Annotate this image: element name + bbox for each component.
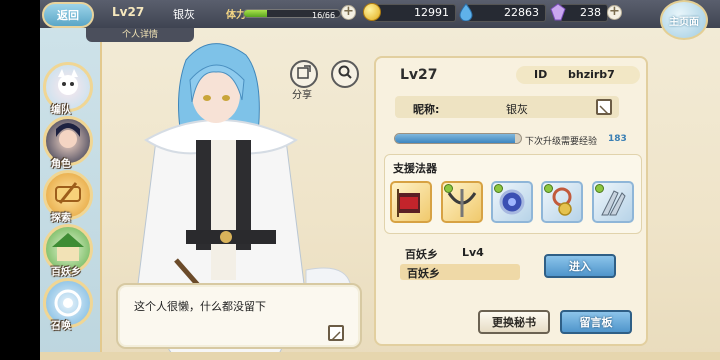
nav-team-label: 编队 (51, 105, 71, 116)
item-mark-icon (494, 184, 503, 193)
support-item-4[interactable] (541, 181, 583, 223)
add-stamina-button[interactable]: + (341, 5, 356, 20)
support-item-5[interactable] (592, 181, 634, 223)
share-label: 分享 (292, 90, 312, 101)
bell-item-icon (543, 187, 581, 221)
gold-counter: 12991 (372, 4, 456, 22)
bottom-strip (40, 352, 720, 360)
message-board-button[interactable]: 留言板 (560, 310, 632, 334)
item-mark-icon (444, 184, 453, 193)
change-secretary-button[interactable]: 更换秘书 (478, 310, 550, 334)
nav-team[interactable]: 编队 (43, 62, 93, 116)
support-item-2[interactable] (441, 181, 483, 223)
edit-signature-icon[interactable] (328, 325, 344, 341)
support-item-3[interactable] (491, 181, 533, 223)
player-level: Lv27 (112, 5, 145, 19)
crossbow-item-icon (443, 189, 481, 221)
player-name: 银灰 (173, 8, 195, 21)
share-icon (296, 64, 312, 84)
nav-character-label: 角色 (51, 159, 71, 170)
village-level: Lv4 (462, 246, 484, 259)
flag-item-icon (392, 189, 430, 221)
nickname-value: 银灰 (506, 103, 528, 116)
add-crystal-button[interactable]: + (607, 5, 622, 20)
item-mark-icon (595, 184, 604, 193)
home-button[interactable]: 主页面 (660, 0, 708, 40)
id-label: ID (534, 68, 548, 81)
gold-coin-icon (363, 3, 381, 21)
enter-village-button[interactable]: 进入 (544, 254, 616, 278)
exp-value: 183 (608, 134, 627, 144)
stamina-text: 16/66 (312, 11, 336, 20)
claw-item-icon (594, 190, 632, 221)
support-items-title: 支援法器 (393, 162, 437, 175)
search-button[interactable] (331, 60, 359, 88)
nav-explore-label: 探索 (51, 213, 71, 224)
profile-screen: 返回 Lv27 银灰 体力 16/66 + 12991 22863 238 + … (0, 0, 720, 360)
nav-character[interactable]: 角色 (43, 116, 93, 170)
signature-text: 这个人很懒，什么都没留下 (134, 300, 266, 313)
nav-explore[interactable]: 探索 (43, 170, 93, 224)
exp-label: 下次升级需要经验 (525, 137, 598, 147)
crystal-counter: 238 (560, 4, 608, 22)
support-item-1[interactable] (390, 181, 432, 223)
village-name: 百妖乡 (407, 267, 440, 280)
search-icon (337, 64, 353, 84)
nav-summon[interactable]: 召唤 (43, 278, 93, 332)
left-black-strip (0, 0, 40, 360)
nav-summon-label: 召唤 (51, 321, 71, 332)
id-value: bhzirb7 (568, 68, 615, 81)
stamina-fill (244, 10, 268, 17)
water-drop-icon (457, 3, 475, 22)
gem-counter: 22863 (466, 4, 546, 22)
edit-nickname-icon[interactable] (596, 99, 612, 115)
nickname-label: 昵称: (413, 103, 440, 116)
exp-fill (395, 134, 515, 143)
back-button[interactable]: 返回 (42, 2, 94, 28)
item-mark-icon (544, 184, 553, 193)
signature-dialog: 这个人很懒，什么都没留下 (116, 283, 362, 349)
nav-village-label: 百妖乡 (51, 267, 81, 278)
village-label: 百妖乡 (405, 248, 438, 261)
panel-level: Lv27 (400, 67, 438, 83)
exp-bar (394, 133, 522, 144)
crystal-icon (549, 3, 567, 21)
nav-village[interactable]: 百妖乡 (43, 224, 93, 278)
share-button[interactable] (290, 60, 318, 88)
orb-item-icon (493, 189, 531, 221)
